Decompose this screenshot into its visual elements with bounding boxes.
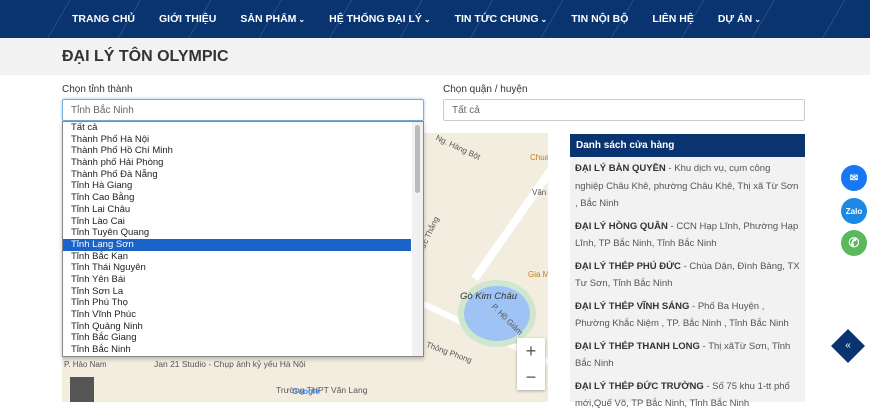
- map-label: Văn Quốc: [532, 188, 548, 197]
- nav-list: TRANG CHỦ GIỚI THIỆU SẢN PHẨM ⌄ HỆ THỐNG ĐẠI…: [72, 0, 785, 38]
- nav-item-label: TIN NỘI BỘ: [571, 13, 629, 25]
- dropdown-option[interactable]: Tỉnh Cao Bằng: [63, 192, 411, 204]
- chevron-down-icon: ⌄: [754, 15, 761, 24]
- nav-item[interactable]: HỆ THỐNG ĐẠI LÝ ⌄: [329, 13, 430, 25]
- nav-item-label: TIN TỨC CHUNG: [454, 13, 539, 25]
- messenger-icon[interactable]: ✉: [841, 165, 867, 191]
- dropdown-option[interactable]: Tỉnh Thái Nguyên: [63, 262, 411, 274]
- nav-item-label: TRANG CHỦ: [72, 13, 135, 25]
- nav-item-label: SẢN PHẨM: [240, 13, 297, 25]
- map-label: Gò Kim Châu: [460, 291, 518, 302]
- nav-item-label: DỰ ÁN: [717, 13, 753, 25]
- chevron-up-icon: «: [845, 340, 851, 351]
- dropdown-option[interactable]: Tỉnh Phú Thọ: [63, 297, 411, 309]
- zoom-controls: + −: [517, 338, 545, 390]
- dropdown-option[interactable]: Thành phố Hải Phòng: [63, 157, 411, 169]
- store-item[interactable]: ĐẠI LÝ THÉP ĐỨC TRƯỜNG - Số 75 khu 1-tt …: [570, 375, 805, 415]
- dropdown-option[interactable]: Tỉnh Bắc Kạn: [63, 251, 411, 263]
- dropdown-option[interactable]: Tỉnh Bắc Ninh: [63, 344, 411, 356]
- store-item[interactable]: ĐẠI LÝ THÉP THANH LONG - Thị xãTừ Sơn, T…: [570, 335, 805, 375]
- satellite-toggle[interactable]: [70, 377, 94, 402]
- chevron-down-icon: ⌄: [540, 15, 548, 24]
- nav-item[interactable]: GIỚI THIỆU: [159, 13, 216, 25]
- dropdown-option[interactable]: Tỉnh Lạng Sơn: [63, 238, 411, 251]
- map-label: Trường THPT Văn Lang: [276, 385, 368, 395]
- store-name: ĐẠI LÝ THÉP THANH LONG: [575, 340, 700, 352]
- store-name: ĐẠI LÝ THÉP VĨNH SÁNG: [575, 300, 690, 312]
- back-to-top-button[interactable]: «: [831, 329, 865, 363]
- district-select[interactable]: Tất cả: [443, 99, 805, 121]
- dropdown-option[interactable]: Tỉnh Lai Châu: [63, 204, 411, 216]
- district-label: Chọn quận / huyện: [443, 84, 528, 95]
- map-label: Jan 21 Studio - Chụp ảnh kỷ yếu Hà Nội: [154, 359, 306, 369]
- dropdown-option[interactable]: Thành Phố Hồ Chí Minh: [63, 145, 411, 157]
- province-dropdown-list: Tất cả Thành Phố Hà Nội Thành Phố Hồ Chí M…: [62, 121, 424, 357]
- map-label: Chua: [530, 153, 548, 162]
- map-label: Gia Món ăn: [528, 270, 548, 279]
- store-name: ĐẠI LÝ HỒNG QUÂN: [575, 220, 668, 232]
- phone-icon[interactable]: ✆: [841, 230, 867, 256]
- google-logo: Google: [292, 387, 320, 396]
- zoom-in-button[interactable]: +: [517, 338, 545, 364]
- store-item[interactable]: ĐẠI LÝ THÉP PHÚ ĐỨC - Chùa Dận, Đình Bản…: [570, 255, 805, 295]
- page-title: ĐẠI LÝ TÔN OLYMPIC: [62, 48, 229, 65]
- dropdown-option[interactable]: Tất cả: [63, 122, 411, 134]
- dropdown-option[interactable]: Thành Phố Đà Nẵng: [63, 169, 411, 181]
- store-list-panel: Danh sách cửa hàng ĐẠI LÝ BÀN QUYỀN - Kh…: [570, 134, 805, 409]
- province-label: Chọn tỉnh thành: [62, 84, 133, 95]
- nav-item-label: GIỚI THIỆU: [159, 13, 217, 25]
- zalo-icon[interactable]: Zalo: [841, 198, 867, 224]
- dropdown-option[interactable]: Tỉnh Lào Cai: [63, 216, 411, 228]
- dropdown-option[interactable]: Tỉnh Bắc Giang: [63, 332, 411, 344]
- dropdown-option[interactable]: Tỉnh Tuyên Quang: [63, 227, 411, 239]
- store-name: ĐẠI LÝ THÉP ĐỨC TRƯỜNG: [575, 380, 704, 392]
- nav-item[interactable]: DỰ ÁN ⌄: [718, 13, 761, 25]
- nav-item[interactable]: SẢN PHẨM ⌄: [240, 13, 305, 25]
- nav-item-label: LIÊN HỆ: [652, 13, 694, 25]
- store-item[interactable]: ĐẠI LÝ THÉP VĨNH SÁNG - Phố Ba Huyện , P…: [570, 295, 805, 335]
- nav-item-label: HỆ THỐNG ĐẠI LÝ: [329, 13, 422, 25]
- province-select[interactable]: Tỉnh Bắc Ninh: [62, 99, 424, 121]
- store-name: ĐẠI LÝ THÉP PHÚ ĐỨC: [575, 260, 681, 272]
- store-item[interactable]: ĐẠI LÝ HỒNG QUÂN - CCN Hạp Lĩnh, Phường …: [570, 215, 805, 255]
- map-label: P. Hào Nam: [64, 360, 107, 369]
- chevron-down-icon: ⌄: [423, 15, 431, 24]
- map-label: Thông Phong: [424, 340, 474, 365]
- nav-item[interactable]: TRANG CHỦ: [72, 13, 135, 25]
- store-item[interactable]: ĐẠI LÝ BÀN QUYỀN - Khu dịch vụ, cụm công…: [570, 157, 805, 215]
- dropdown-option[interactable]: Tỉnh Yên Bái: [63, 274, 411, 286]
- store-list-title: Danh sách cửa hàng: [570, 134, 805, 157]
- dropdown-option[interactable]: Tỉnh Sơn La: [63, 286, 411, 298]
- nav-item[interactable]: TIN TỨC CHUNG ⌄: [455, 13, 548, 25]
- map-label: Ng. Hàng Bột: [434, 133, 482, 162]
- title-band: ĐẠI LÝ TÔN OLYMPIC: [0, 38, 870, 75]
- nav-item[interactable]: TIN NỘI BỘ: [571, 13, 628, 25]
- zoom-out-button[interactable]: −: [517, 364, 545, 390]
- dropdown-scrollbar[interactable]: [412, 122, 423, 356]
- nav-item[interactable]: LIÊN HỆ: [652, 13, 693, 25]
- dropdown-option[interactable]: Tỉnh Vĩnh Phúc: [63, 309, 411, 321]
- chevron-down-icon: ⌄: [298, 15, 306, 24]
- store-name: ĐẠI LÝ BÀN QUYỀN: [575, 163, 666, 174]
- dropdown-option[interactable]: Thành Phố Hà Nội: [63, 134, 411, 146]
- dropdown-option[interactable]: Tỉnh Quảng Ninh: [63, 321, 411, 333]
- main-nav: TRANG CHỦ GIỚI THIỆU SẢN PHẨM ⌄ HỆ THỐNG ĐẠI…: [0, 0, 870, 38]
- dropdown-option[interactable]: Tỉnh Hà Giang: [63, 180, 411, 192]
